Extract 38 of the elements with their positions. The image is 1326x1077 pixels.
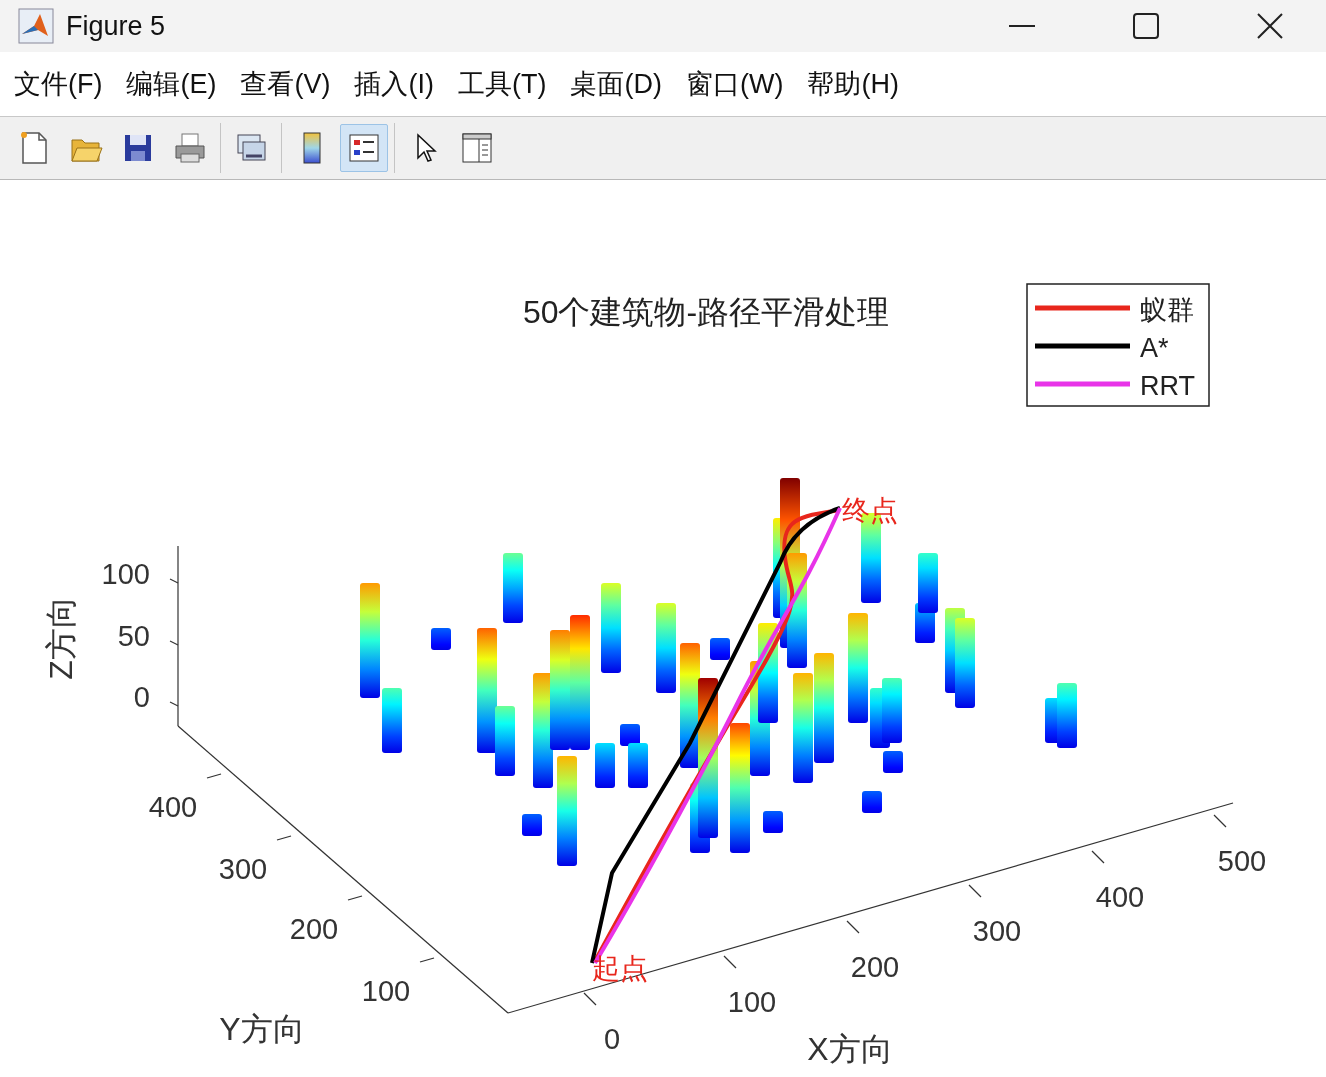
- legend-label: 蚁群: [1140, 295, 1194, 325]
- tick-label: 0: [133, 681, 150, 713]
- tick-label: 300: [972, 915, 1022, 947]
- tick-label: 100: [727, 986, 777, 1018]
- tick-label: 200: [850, 951, 900, 983]
- menu-item[interactable]: 插入(I): [342, 66, 446, 102]
- maximize-icon: [1133, 13, 1159, 39]
- minimize-icon: [1009, 24, 1035, 28]
- tick-label: 400: [148, 791, 198, 823]
- menu-item[interactable]: 文件(F): [2, 66, 115, 102]
- app-logo-icon: [18, 8, 54, 44]
- axis-label: X方向: [807, 1031, 893, 1067]
- menu-item[interactable]: 编辑(E): [114, 66, 229, 102]
- axis-label: Y方向: [219, 1011, 305, 1047]
- tick-label: 300: [218, 853, 268, 885]
- tick-label: 500: [1217, 845, 1267, 877]
- menu-item[interactable]: 窗口(W): [673, 66, 796, 102]
- panel-icon: [460, 130, 494, 166]
- printer-icon: [173, 130, 207, 166]
- start-label: 起点: [592, 953, 648, 984]
- menu-item[interactable]: 帮助(H): [795, 66, 911, 102]
- plot-title: 50个建筑物-路径平滑处理: [522, 294, 890, 330]
- menu-item[interactable]: 查看(V): [228, 66, 343, 102]
- end-label: 终点: [842, 495, 898, 526]
- tick-label: 200: [289, 913, 339, 945]
- legend-label: RRT: [1140, 371, 1195, 401]
- axis-label: Z方向: [43, 596, 79, 680]
- menu-item[interactable]: 桌面(D): [558, 66, 674, 102]
- menu-item[interactable]: 工具(T): [445, 66, 559, 102]
- tick-label: 50: [117, 620, 150, 652]
- close-icon: [1256, 12, 1284, 40]
- legend-label: A*: [1140, 333, 1169, 363]
- tick-label: 400: [1095, 881, 1145, 913]
- window-title: Figure 5: [66, 10, 167, 42]
- tick-label: 100: [361, 975, 411, 1007]
- toolbar-button[interactable]: [340, 124, 388, 172]
- tick-label: 100: [101, 558, 150, 590]
- tick-label: 0: [603, 1023, 621, 1055]
